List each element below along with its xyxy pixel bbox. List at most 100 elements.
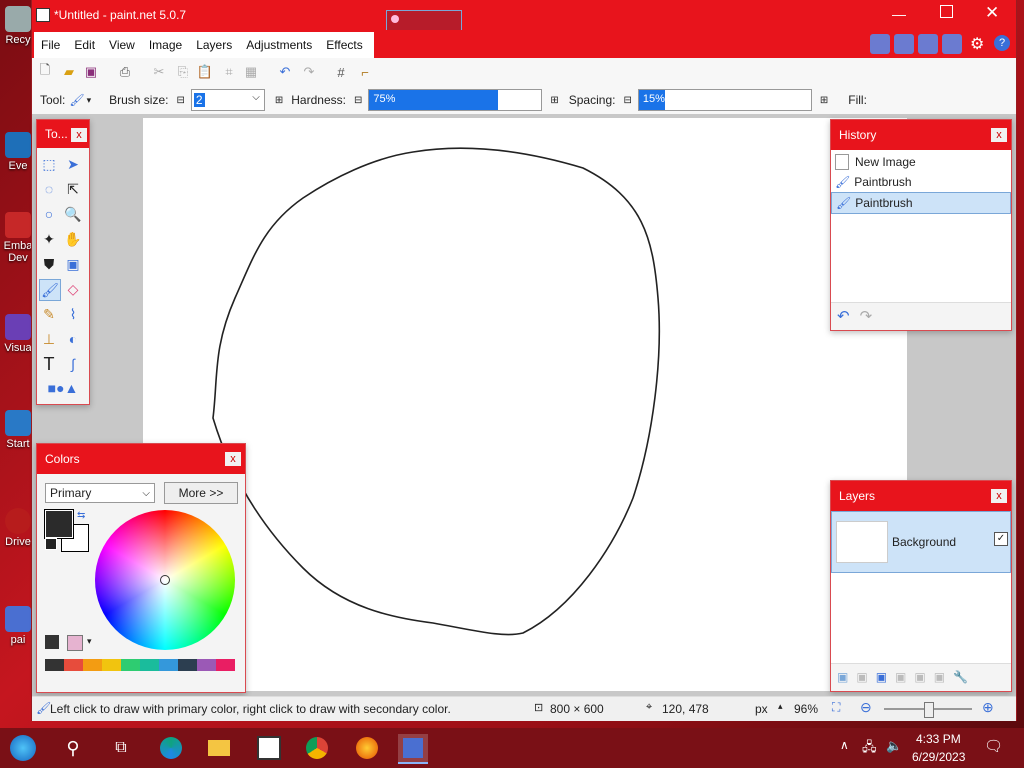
color-picker-icon[interactable]: ⌇ <box>63 304 83 324</box>
palette-dropdown-icon[interactable]: ▾ <box>87 636 92 647</box>
paintbrush-icon[interactable]: 🖌 <box>69 93 84 107</box>
layers-panel-close-button[interactable]: x <box>991 489 1007 503</box>
spacing-slider[interactable]: 15% <box>637 89 812 111</box>
tool-dropdown-icon[interactable]: ▾ <box>87 95 92 106</box>
brush-size-decrease-button[interactable]: ⊟ <box>176 95 184 106</box>
layer-item-background[interactable]: Background ✓ <box>831 511 1011 573</box>
move-selected-icon[interactable]: ➤ <box>63 154 83 174</box>
brush-size-increase-button[interactable]: ⊞ <box>275 95 283 106</box>
tools-panel-close-button[interactable]: x <box>71 128 87 142</box>
pencil-icon[interactable]: ✎ <box>39 304 59 324</box>
start-button[interactable] <box>8 734 38 762</box>
spacing-decrease-button[interactable]: ⊟ <box>623 95 631 106</box>
palette-swatch[interactable] <box>64 659 83 671</box>
more-colors-button[interactable]: More >> <box>164 482 238 504</box>
maximize-button[interactable] <box>940 5 953 18</box>
layer-visibility-checkbox[interactable]: ✓ <box>994 532 1008 546</box>
tools-panel-title[interactable]: To... x <box>37 120 89 148</box>
shapes-icon[interactable]: ■●▲ <box>45 378 81 398</box>
undo-icon[interactable]: ↶ <box>276 63 294 81</box>
close-button[interactable]: ✕ <box>985 3 999 23</box>
drawing-canvas[interactable] <box>143 118 907 691</box>
menu-adjustments[interactable]: Adjustments <box>239 38 319 52</box>
clock-date[interactable]: 6/29/2023 <box>912 750 965 764</box>
gradient-icon[interactable]: ▣ <box>63 254 83 274</box>
history-item-paintbrush[interactable]: 🖌 Paintbrush <box>831 172 1011 192</box>
move-layer-down-icon[interactable]: ▣ <box>934 670 945 684</box>
task-view-icon[interactable]: ⧉ <box>106 734 136 762</box>
reset-colors-icon[interactable] <box>45 538 57 550</box>
palette-swatch[interactable] <box>178 659 197 671</box>
hardness-decrease-button[interactable]: ⊟ <box>354 95 362 106</box>
history-item-new-image[interactable]: New Image <box>831 152 1011 172</box>
units-select[interactable]: px <box>755 702 768 716</box>
desktop-icon-start[interactable]: Start <box>2 410 34 450</box>
crop-icon[interactable]: ⌗ <box>220 63 238 81</box>
redo-icon[interactable]: ↷ <box>860 307 873 325</box>
zoom-to-window-icon[interactable]: ⛶ <box>832 700 840 715</box>
title-bar[interactable]: *Untitled - paint.net 5.0.7 ▾ — ✕ <box>32 0 1016 84</box>
line-curve-icon[interactable]: ∫ <box>63 354 83 374</box>
zoom-slider[interactable] <box>884 702 972 718</box>
firefox-icon[interactable] <box>352 734 382 762</box>
tools-toggle-button[interactable] <box>870 34 890 54</box>
add-palette-color-icon[interactable] <box>45 635 59 649</box>
palette-swatch[interactable] <box>45 659 64 671</box>
ellipse-select-icon[interactable]: ○ <box>39 204 59 224</box>
history-toggle-button[interactable] <box>894 34 914 54</box>
redo-icon[interactable]: ↷ <box>300 63 318 81</box>
move-layer-up-icon[interactable]: ▣ <box>914 670 925 684</box>
zoom-slider-thumb[interactable] <box>924 702 934 718</box>
history-panel-close-button[interactable]: x <box>991 128 1007 142</box>
pan-hand-icon[interactable]: ✋ <box>63 229 83 249</box>
units-dropdown-icon[interactable]: ▴ <box>778 701 783 712</box>
spacing-increase-button[interactable]: ⊞ <box>820 95 828 106</box>
clone-stamp-icon[interactable]: ⊥ <box>39 329 59 349</box>
undo-icon[interactable]: ↶ <box>837 307 850 325</box>
rectangle-select-icon[interactable]: ⬚ <box>39 154 59 174</box>
brush-size-input[interactable]: 2 ⌵ <box>190 89 265 111</box>
colors-toggle-button[interactable] <box>942 34 962 54</box>
color-palette[interactable] <box>45 659 237 683</box>
store-icon[interactable] <box>254 734 284 762</box>
lasso-select-icon[interactable]: ◌ <box>39 179 59 199</box>
zoom-icon[interactable]: 🔍 <box>63 204 83 224</box>
hardness-increase-button[interactable]: ⊞ <box>550 95 558 106</box>
hardness-slider[interactable]: 75% <box>368 89 543 111</box>
menu-effects[interactable]: Effects <box>319 38 369 52</box>
new-file-icon[interactable]: 🗋 <box>36 62 54 81</box>
history-panel-title[interactable]: History x <box>831 120 1011 150</box>
cut-icon[interactable]: ✂ <box>150 63 168 81</box>
merge-layer-icon[interactable]: ▣ <box>895 670 906 684</box>
menu-image[interactable]: Image <box>142 38 189 52</box>
add-layer-icon[interactable]: ▣ <box>837 670 848 684</box>
palette-swatch[interactable] <box>159 659 178 671</box>
menu-view[interactable]: View <box>102 38 142 52</box>
menu-layers[interactable]: Layers <box>189 38 239 52</box>
paint-bucket-icon[interactable]: ⛊ <box>39 254 59 274</box>
settings-gear-icon[interactable]: ⚙ <box>970 34 984 54</box>
file-explorer-icon[interactable] <box>204 734 234 762</box>
palette-swatch[interactable] <box>140 659 159 671</box>
menu-file[interactable]: File <box>34 38 67 52</box>
desktop-icon-paint[interactable]: pai <box>2 606 34 646</box>
palette-menu-icon[interactable] <box>67 635 83 651</box>
zoom-in-icon[interactable]: ⊕ <box>982 699 994 716</box>
paintbrush-tool-icon[interactable]: 🖌 <box>39 279 61 301</box>
desktop-icon-driver[interactable]: Drive <box>2 508 34 548</box>
layers-toggle-button[interactable] <box>918 34 938 54</box>
delete-layer-icon[interactable]: ▣ <box>856 670 867 684</box>
desktop-icon-recycle[interactable]: Recy <box>2 6 34 46</box>
magic-wand-icon[interactable]: ✦ <box>39 229 59 249</box>
chrome-icon[interactable] <box>302 734 332 762</box>
move-selection-icon[interactable]: ⇱ <box>63 179 83 199</box>
color-wheel[interactable] <box>95 510 235 650</box>
paste-icon[interactable]: 📋 <box>196 63 214 81</box>
show-hidden-icons[interactable]: ∧ <box>840 738 849 752</box>
recolor-icon[interactable]: ◐ <box>63 329 83 349</box>
ruler-icon[interactable]: ⌐ <box>356 63 374 81</box>
open-file-icon[interactable]: ▰ <box>60 63 78 81</box>
notifications-icon[interactable]: 🗨 <box>984 737 1003 755</box>
colors-panel-close-button[interactable]: x <box>225 452 241 466</box>
zoom-out-icon[interactable]: ⊖ <box>860 699 872 716</box>
